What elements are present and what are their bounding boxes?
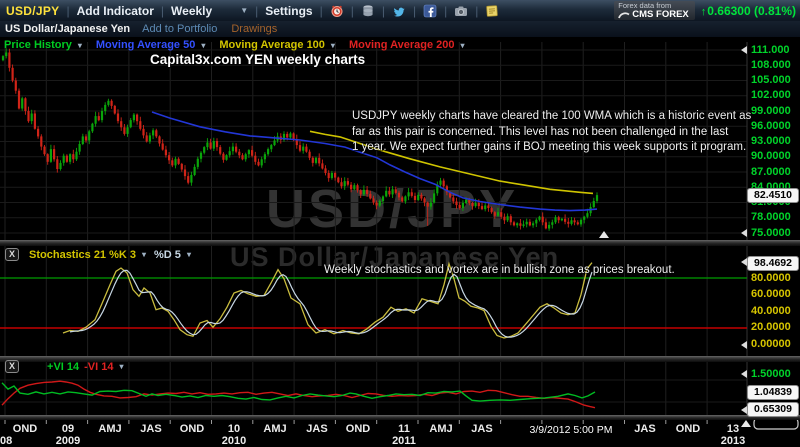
chevron-down-icon: ▾	[78, 41, 82, 50]
time-axis-label: AMJ	[98, 423, 121, 435]
vortex-plus-label[interactable]: +VI 14	[47, 361, 79, 373]
price-axis-label: 111.000	[751, 44, 790, 56]
time-axis-label: 09	[62, 423, 74, 435]
year-axis-label: 2011	[392, 435, 416, 447]
chart-canvas[interactable]	[0, 0, 800, 447]
stoch-axis-label: 0.00000	[751, 338, 791, 350]
vortex-minus-label[interactable]: -VI 14	[84, 361, 113, 373]
legend-ma50[interactable]: Moving Average 50▾	[96, 39, 205, 51]
scroll-up-icon	[741, 420, 751, 427]
price-axis-label: 96.0000	[751, 120, 791, 132]
time-axis-label: JAS	[306, 423, 327, 435]
scroll-left-icon	[741, 341, 747, 349]
stoch-value-box: 98.4692	[747, 256, 799, 271]
year-axis-label: 2010	[222, 435, 246, 447]
indicator-legend-row: Price History▾ Moving Average 50▾ Moving…	[4, 39, 479, 51]
price-axis-label: 78.0000	[751, 211, 791, 223]
breakout-marker-icon	[599, 231, 609, 238]
time-axis-label: JAS	[634, 423, 655, 435]
timestamp-label: 3/9/2012 5:00 PM	[522, 424, 621, 436]
year-axis-label: 2008	[0, 435, 12, 447]
charting-app: USD/JPY US Dollar/Japanese Yen USD/JPY |…	[0, 0, 800, 447]
chart-annotation: USDJPY weekly charts have cleared the 10…	[352, 109, 751, 156]
stoch-axis-label: 60.0000	[751, 288, 791, 300]
time-axis-label: 10	[228, 423, 240, 435]
stoch-d-label[interactable]: %D 5	[154, 249, 181, 261]
price-axis-label: 99.0000	[751, 105, 791, 117]
stoch-annotation: Weekly stochastics and vortex are in bul…	[324, 263, 675, 279]
price-axis-label: 102.000	[751, 89, 791, 101]
year-axis-label: 2013	[721, 435, 745, 447]
chevron-down-icon: ▾	[331, 41, 335, 50]
price-axis-label: 105.000	[751, 74, 791, 86]
stoch-panel-legend: X Stochastics 21 %K 3 ▾ %D 5 ▾	[5, 248, 191, 261]
legend-ma200[interactable]: Moving Average 200▾	[349, 39, 465, 51]
panel-divider	[0, 415, 800, 420]
price-axis-label: 75.0000	[751, 227, 791, 239]
last-price-box: 82.4510	[747, 188, 799, 203]
stoch-axis-label: 80.0000	[751, 272, 791, 284]
chart-title: Capital3x.com YEN weekly charts	[150, 52, 365, 67]
scroll-left-icon	[741, 370, 747, 378]
price-axis-label: 87.0000	[751, 166, 791, 178]
vortex-plus-box: 1.04839	[747, 385, 799, 400]
time-axis-label: OND	[180, 423, 204, 435]
close-icon[interactable]: X	[5, 360, 19, 373]
time-axis-label: OND	[13, 423, 37, 435]
time-axis-label: 13	[727, 423, 739, 435]
chevron-down-icon: ▾	[142, 250, 146, 259]
price-axis-label: 108.000	[751, 59, 791, 71]
chevron-down-icon: ▾	[201, 41, 205, 50]
stoch-axis-label: 20.0000	[751, 321, 791, 333]
time-axis-label: OND	[676, 423, 700, 435]
vortex-axis-label: 1.50000	[751, 368, 791, 380]
scroll-left-icon	[741, 46, 747, 54]
legend-price-history[interactable]: Price History▾	[4, 39, 82, 51]
vortex-panel-legend: X +VI 14 -VI 14 ▾	[5, 360, 124, 373]
price-axis-label: 90.0000	[751, 150, 791, 162]
chevron-down-icon: ▾	[461, 41, 465, 50]
time-axis-label: JAS	[140, 423, 161, 435]
chevron-down-icon: ▾	[119, 362, 123, 371]
time-axis-label: JAS	[471, 423, 492, 435]
price-axis-label: 93.0000	[751, 135, 791, 147]
close-icon[interactable]: X	[5, 248, 19, 261]
year-axis-label: 2009	[56, 435, 80, 447]
chevron-down-icon: ▾	[187, 250, 191, 259]
scroll-left-icon	[741, 229, 747, 237]
legend-ma100[interactable]: Moving Average 100▾	[219, 39, 335, 51]
time-axis-label: 11	[398, 423, 410, 435]
time-axis-label: AMJ	[429, 423, 452, 435]
time-axis-label: OND	[346, 423, 370, 435]
panel-divider[interactable]	[0, 240, 800, 246]
time-axis-label: AMJ	[263, 423, 286, 435]
stoch-axis-label: 40.0000	[751, 305, 791, 317]
vortex-minus-box: 0.65309	[747, 402, 799, 417]
stoch-legend-label[interactable]: Stochastics 21 %K 3	[29, 249, 136, 261]
